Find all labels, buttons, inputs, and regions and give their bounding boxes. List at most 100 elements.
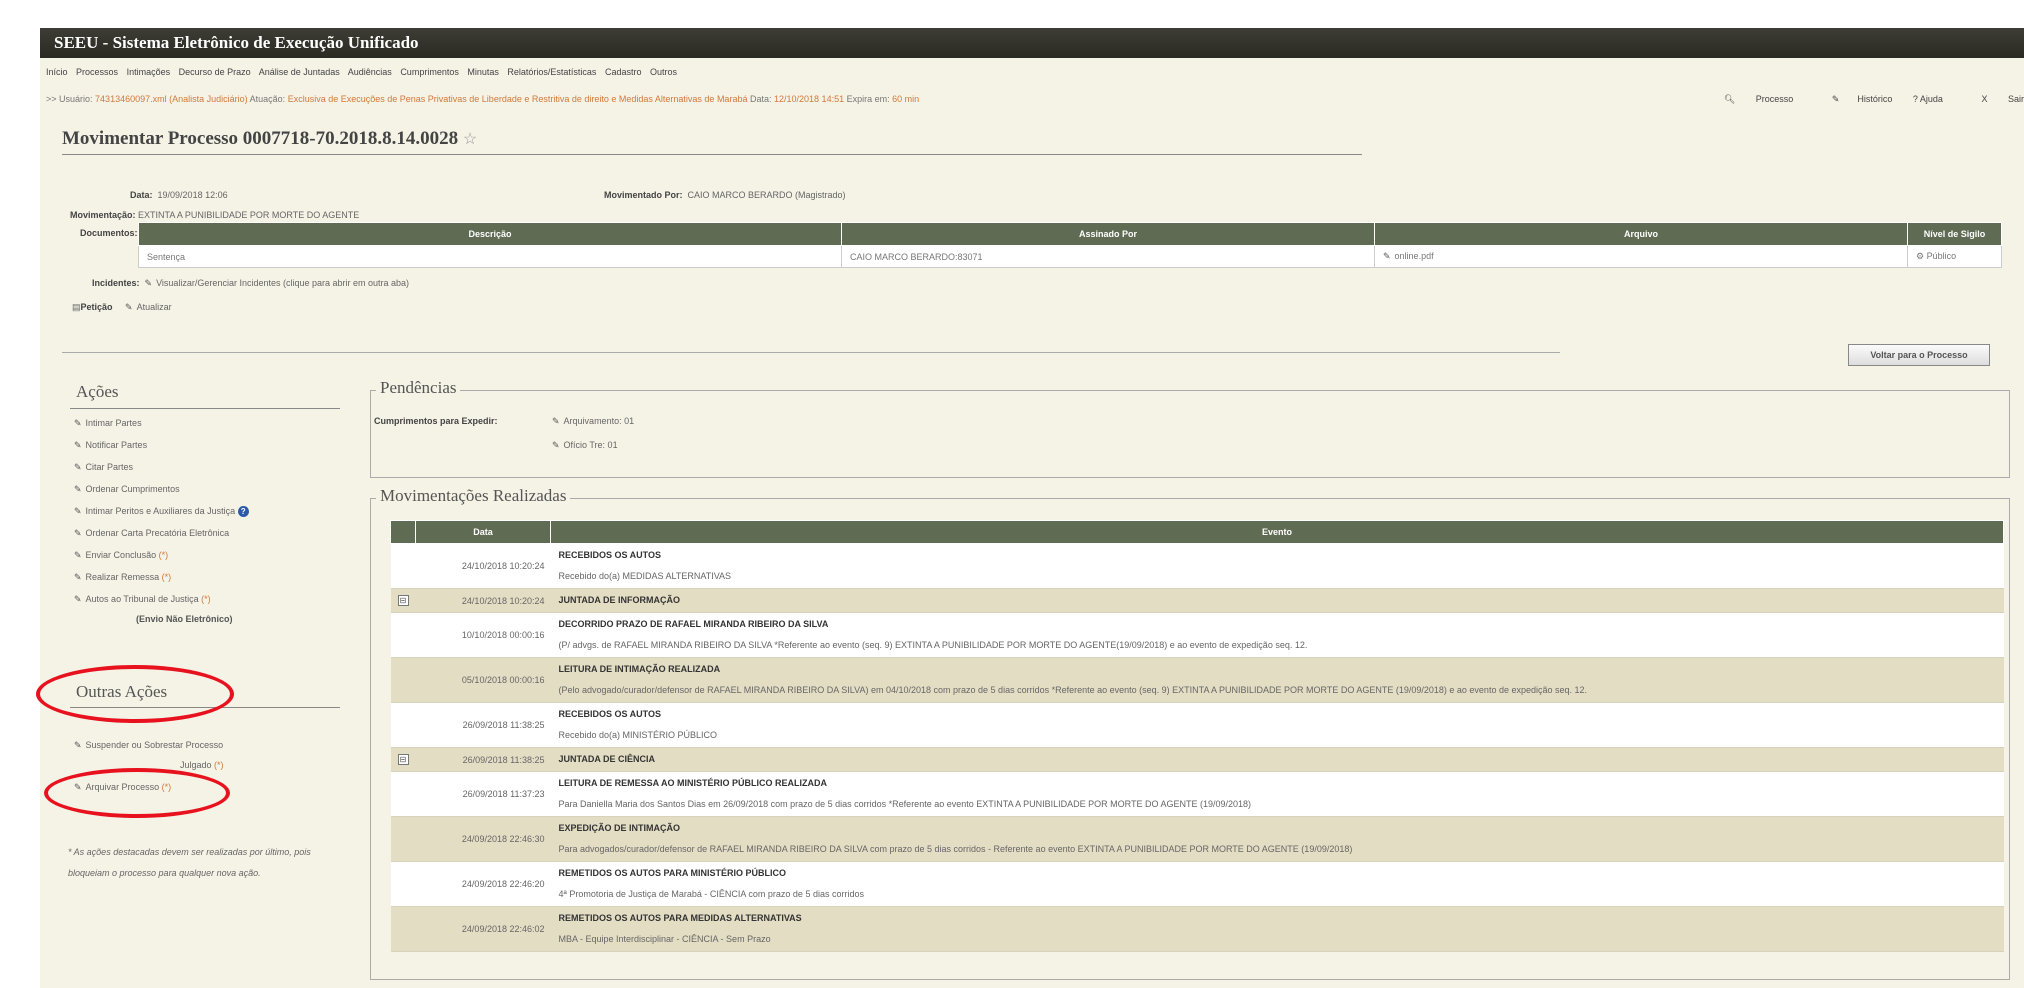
acao-realizar-remessa[interactable]: ✎ Realizar Remessa (*) <box>74 572 171 583</box>
acao-enviar-conclusao[interactable]: ✎ Enviar Conclusão (*) <box>74 550 168 561</box>
acao-label: Notificar Partes <box>85 440 148 450</box>
acao-label: Intimar Partes <box>85 418 142 428</box>
acao-citar-partes[interactable]: ✎ Citar Partes <box>74 462 133 473</box>
acao-notificar-partes[interactable]: ✎ Notificar Partes <box>74 440 147 451</box>
row-check-cell <box>390 906 416 952</box>
acao-intimar-partes[interactable]: ✎ Intimar Partes <box>74 418 142 429</box>
doc-sigilo-value: Público <box>1926 251 1957 261</box>
pendencias-title: Pendências <box>376 378 461 398</box>
pencil-icon: ✎ <box>74 462 82 472</box>
menu-cumprimentos[interactable]: Cumprimentos <box>400 67 459 77</box>
acao-julgado[interactable]: Julgado (*) <box>180 760 224 770</box>
pencil-icon: ✎ <box>74 594 82 604</box>
cumprimentos-label: Cumprimentos para Expedir: <box>374 416 498 426</box>
evento-date: 24/10/2018 10:20:24 <box>415 588 551 613</box>
main-menu: Início Processos Intimações Decurso de P… <box>40 62 2024 82</box>
divider <box>62 352 1560 353</box>
documents-table: Descrição Assinado Por Arquivo Nível de … <box>138 222 2002 268</box>
expira-label: Expira em: <box>846 94 890 104</box>
processo-link[interactable]: 🔍︎ Processo <box>1706 94 1793 104</box>
doc-descricao: Sentença <box>138 245 842 268</box>
table-row: 24/09/2018 22:46:30 EXPEDIÇÃO DE INTIMAÇÃ… <box>390 816 2004 862</box>
pencil-icon: ✎ <box>144 278 153 288</box>
pencil-icon: ✎ <box>74 550 82 560</box>
evento-desc: (P/ advgs. de RAFAEL MIRANDA RIBEIRO DA … <box>558 640 1308 650</box>
movimentacao-value: EXTINTA A PUNIBILIDADE POR MORTE DO AGEN… <box>138 210 360 220</box>
menu-processos[interactable]: Processos <box>76 67 118 77</box>
historico-link[interactable]: ✎ Histórico <box>1814 94 1893 104</box>
envio-nao-eletronico: (Envio Não Eletrônico) <box>136 614 233 624</box>
acao-suspender-processo[interactable]: ✎ Suspender ou Sobrestar Processo <box>74 740 223 751</box>
row-check-cell <box>390 702 416 748</box>
evento-title: LEITURA DE INTIMAÇÃO REALIZADA <box>558 664 721 674</box>
gear-icon: ⚙ <box>1916 251 1925 261</box>
acao-ordenar-cumprimentos[interactable]: ✎ Ordenar Cumprimentos <box>74 484 180 495</box>
highlight-arquivar-processo <box>44 768 230 818</box>
menu-inicio[interactable]: Início <box>46 67 68 77</box>
acao-label: Enviar Conclusão <box>85 550 157 560</box>
expand-icon: ⊟ <box>397 754 409 765</box>
atualizar-link-label: Atualizar <box>136 302 172 312</box>
checkbox-icon[interactable]: ▤ <box>72 302 81 312</box>
pendencia-oficio[interactable]: ✎ Ofício Tre: 01 <box>552 440 618 451</box>
col-assinado-por: Assinado Por <box>841 222 1375 246</box>
evento-title: JUNTADA DE INFORMAÇÃO <box>558 595 681 605</box>
menu-intimacoes[interactable]: Intimações <box>127 67 171 77</box>
table-row: 24/10/2018 10:20:24 RECEBIDOS OS AUTOS Rec… <box>390 543 2004 589</box>
documentos-label: Documentos: <box>80 228 138 238</box>
menu-outros[interactable]: Outros <box>650 67 677 77</box>
peticao-label: Petição <box>80 302 113 312</box>
evento-desc: 4ª Promotoria de Justiça de Marabá - CIÊ… <box>558 889 864 899</box>
menu-decurso-prazo[interactable]: Decurso de Prazo <box>179 67 251 77</box>
pendencia-label: Arquivamento: 01 <box>563 416 635 426</box>
atualizar-link[interactable]: ✎ Atualizar <box>125 302 172 312</box>
highlight-outras-acoes <box>36 665 234 723</box>
evento-cell: DECORRIDO PRAZO DE RAFAEL MIRANDA RIBEIR… <box>550 612 2004 658</box>
menu-cadastro[interactable]: Cadastro <box>605 67 642 77</box>
acao-label: Autos ao Tribunal de Justiça <box>85 594 199 604</box>
session-date-label: Data: <box>749 94 772 104</box>
pencil-icon: ✎ <box>74 440 82 450</box>
evento-desc: MBA - Equipe Interdisciplinar - CIÊNCIA … <box>558 934 771 944</box>
table-row: 26/09/2018 11:38:25 RECEBIDOS OS AUTOS Rec… <box>390 702 2004 748</box>
pencil-icon: ✎ <box>74 484 82 494</box>
ajuda-link[interactable]: ? Ajuda <box>1913 94 1943 104</box>
documentos-label-text: Documentos: <box>80 228 138 238</box>
help-icon[interactable]: ? <box>237 506 249 517</box>
evento-title: REMETIDOS OS AUTOS PARA MEDIDAS ALTERNAT… <box>558 913 802 923</box>
table-row: ⊟ 26/09/2018 11:38:25 JUNTADA DE CIÊNCIA <box>390 747 2004 772</box>
menu-analise-juntadas[interactable]: Análise de Juntadas <box>259 67 340 77</box>
menu-audiencias[interactable]: Audiências <box>348 67 392 77</box>
acao-autos-tribunal[interactable]: ✎ Autos ao Tribunal de Justiça (*) <box>74 594 211 605</box>
app-title: SEEU - Sistema Eletrônico de Execução Un… <box>40 28 2024 58</box>
pendencias-fieldset <box>370 390 2010 478</box>
incidentes-link[interactable]: ✎ Visualizar/Gerenciar Incidentes (clique… <box>145 278 410 288</box>
asterisk-mark: (*) <box>214 760 224 770</box>
doc-arquivo-link[interactable]: ✎ online.pdf <box>1374 245 1908 268</box>
acao-carta-precatoria[interactable]: ✎ Ordenar Carta Precatória Eletrônica <box>74 528 229 539</box>
evento-cell: JUNTADA DE CIÊNCIA <box>550 747 2004 772</box>
processo-link-label: Processo <box>1755 94 1794 104</box>
expand-checkbox[interactable]: ⊟ <box>390 588 416 613</box>
evento-cell: REMETIDOS OS AUTOS PARA MINISTÉRIO PÚBLI… <box>550 861 2004 907</box>
evento-title: JUNTADA DE CIÊNCIA <box>558 754 656 764</box>
pendencia-arquivamento[interactable]: ✎ Arquivamento: 01 <box>552 416 634 427</box>
star-icon[interactable]: ☆ <box>463 131 477 148</box>
pencil-icon: ✎ <box>74 418 82 428</box>
menu-relatorios[interactable]: Relatórios/Estatísticas <box>507 67 596 77</box>
page-title-text: Movimentar Processo 0007718-70.2018.8.14… <box>62 128 459 149</box>
voltar-processo-button[interactable]: Voltar para o Processo <box>1848 344 1990 366</box>
menu-minutas[interactable]: Minutas <box>467 67 499 77</box>
doc-sigilo: ⚙ Público <box>1907 245 2002 268</box>
evento-date: 26/09/2018 11:38:25 <box>415 702 551 748</box>
sair-link[interactable]: X Sair <box>1963 94 2024 104</box>
evento-date: 26/09/2018 11:38:25 <box>415 747 551 772</box>
acao-intimar-peritos[interactable]: ✎ Intimar Peritos e Auxiliares da Justiça… <box>74 506 249 517</box>
evento-title: REMETIDOS OS AUTOS PARA MINISTÉRIO PÚBLI… <box>558 868 787 878</box>
expand-checkbox[interactable]: ⊟ <box>390 747 416 772</box>
asterisk-mark: (*) <box>161 572 172 582</box>
doc-arquivo-name: online.pdf <box>1394 251 1434 261</box>
row-check-cell <box>390 612 416 658</box>
user-name: 74313460097.xml (Analista Judiciário) <box>95 94 248 104</box>
acao-label: Julgado <box>180 760 212 770</box>
